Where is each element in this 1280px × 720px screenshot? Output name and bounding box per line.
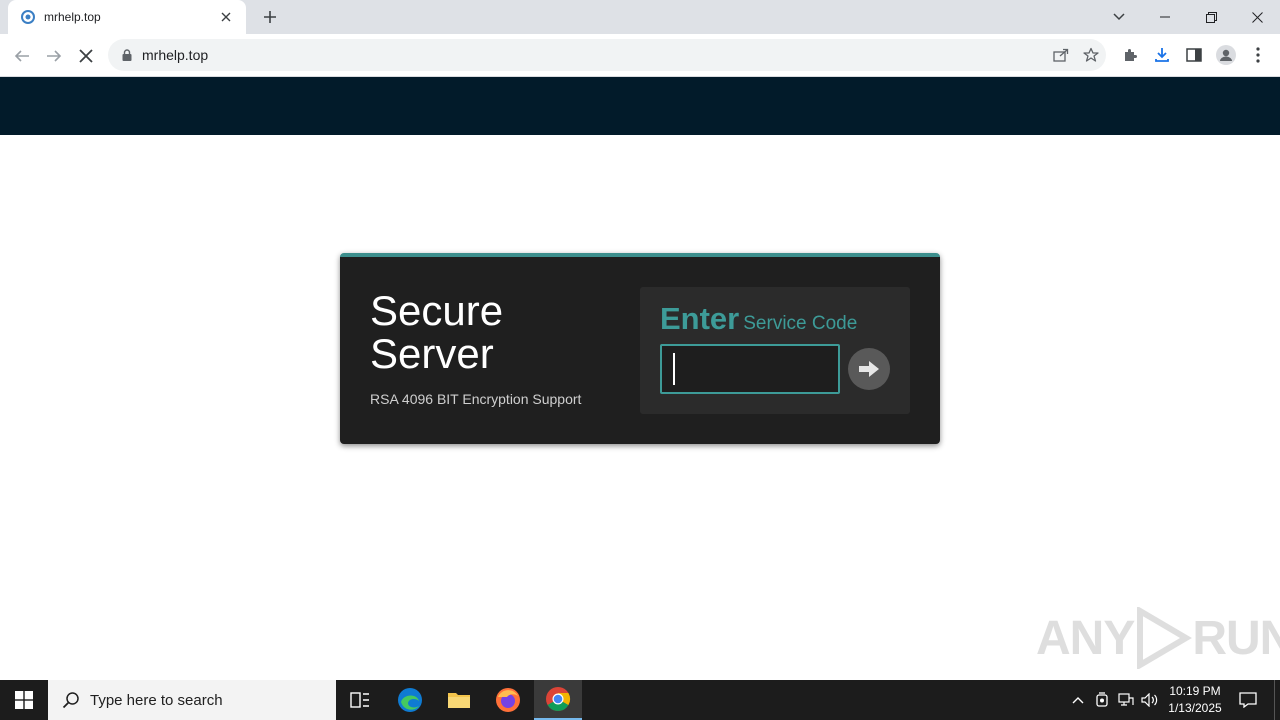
- restore-window-button[interactable]: [1188, 0, 1234, 34]
- tab-strip: mrhelp.top: [0, 0, 1280, 34]
- card-subtitle: RSA 4096 BIT Encryption Support: [370, 391, 582, 407]
- browser-menu-icon[interactable]: [1242, 40, 1274, 70]
- download-icon[interactable]: [1146, 40, 1178, 70]
- file-explorer-icon[interactable]: [435, 680, 483, 720]
- edge-icon[interactable]: [386, 680, 434, 720]
- browser-tab[interactable]: mrhelp.top: [8, 0, 246, 34]
- tab-search-chevron-icon[interactable]: [1106, 6, 1132, 28]
- watermark-left-text: ANY: [1036, 611, 1135, 665]
- web-page: Secure Server RSA 4096 BIT Encryption Su…: [0, 77, 1280, 680]
- tab-title: mrhelp.top: [44, 10, 101, 24]
- chrome-icon[interactable]: [534, 680, 582, 720]
- clock-date: 1/13/2025: [1168, 701, 1222, 715]
- anyrun-watermark: ANY RUN: [1036, 607, 1280, 669]
- back-button[interactable]: [8, 42, 36, 70]
- volume-icon[interactable]: [1138, 680, 1162, 720]
- code-heading-enter: Enter: [660, 301, 740, 336]
- service-code-heading: Enter Service Code: [660, 301, 857, 337]
- share-icon[interactable]: [1046, 40, 1076, 70]
- extensions-puzzle-icon[interactable]: [1114, 40, 1146, 70]
- secure-server-card: Secure Server RSA 4096 BIT Encryption Su…: [340, 253, 940, 444]
- browser-toolbar: mrhelp.top: [0, 34, 1280, 77]
- watermark-right-text: RUN: [1192, 611, 1280, 665]
- windows-taskbar: Type here to search 10:19 PM 1/13/2025: [0, 680, 1280, 720]
- code-heading-service-code: Service Code: [743, 313, 858, 334]
- system-clock[interactable]: 10:19 PM 1/13/2025: [1160, 683, 1230, 717]
- clock-time: 10:19 PM: [1169, 684, 1221, 698]
- notification-center-icon[interactable]: [1232, 680, 1264, 720]
- card-title: Secure Server: [370, 287, 504, 377]
- network-icon[interactable]: [1114, 680, 1138, 720]
- taskbar-search-box[interactable]: Type here to search: [48, 680, 336, 720]
- stop-loading-button[interactable]: [72, 42, 100, 70]
- arrow-right-icon: [859, 361, 879, 377]
- taskbar-search-placeholder: Type here to search: [90, 691, 223, 709]
- address-bar[interactable]: mrhelp.top: [108, 39, 1106, 71]
- tray-app-icon[interactable]: [1090, 680, 1114, 720]
- submit-code-button[interactable]: [848, 348, 890, 390]
- show-hidden-icons-chevron-icon[interactable]: [1066, 680, 1090, 720]
- show-desktop-button[interactable]: [1274, 680, 1280, 720]
- close-window-button[interactable]: [1234, 0, 1280, 34]
- forward-button[interactable]: [40, 42, 68, 70]
- service-code-input[interactable]: [660, 344, 840, 394]
- lock-icon[interactable]: [120, 48, 134, 62]
- task-view-icon[interactable]: [336, 680, 384, 720]
- close-tab-icon[interactable]: [216, 7, 236, 27]
- start-button[interactable]: [0, 680, 48, 720]
- play-triangle-icon: [1137, 607, 1193, 669]
- page-header-band: [0, 77, 1280, 135]
- search-icon: [62, 692, 79, 709]
- service-code-panel: Enter Service Code: [640, 287, 910, 414]
- profile-avatar-icon[interactable]: [1210, 40, 1242, 70]
- side-panel-icon[interactable]: [1178, 40, 1210, 70]
- text-caret: [673, 353, 675, 385]
- address-url[interactable]: mrhelp.top: [142, 47, 1046, 63]
- minimize-window-button[interactable]: [1142, 0, 1188, 34]
- bookmark-star-icon[interactable]: [1076, 40, 1106, 70]
- windows-logo-icon: [15, 691, 33, 709]
- firefox-icon[interactable]: [484, 680, 532, 720]
- site-favicon-icon: [20, 9, 36, 25]
- new-tab-button[interactable]: [258, 6, 282, 28]
